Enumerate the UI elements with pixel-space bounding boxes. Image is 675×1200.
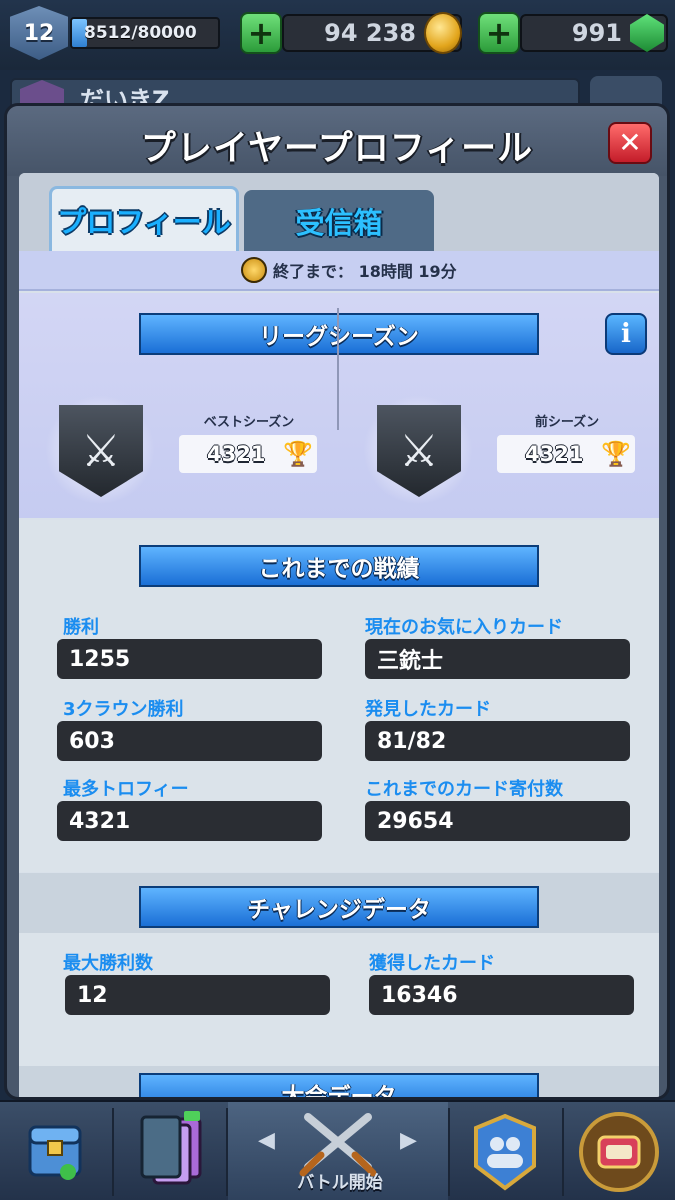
challenge-ribbon: チャレンジデータ: [139, 886, 539, 928]
stat-label-cards-found: 発見したカード: [365, 699, 491, 720]
close-button[interactable]: ✕: [608, 122, 652, 164]
stat-value-cards-won: 16346: [369, 975, 634, 1015]
stat-label-wins: 勝利: [63, 617, 99, 638]
nav-tournaments[interactable]: [564, 1102, 674, 1200]
stat-value: 1255: [69, 646, 131, 672]
stat-label-highest-trophies: 最多トロフィー: [63, 779, 189, 800]
stats-ribbon: これまでの戦績: [139, 545, 539, 587]
stats-title: これまでの戦績: [258, 556, 420, 582]
trophy-icon: 🏆: [601, 440, 631, 468]
stat-value-total-donations: 29654: [365, 801, 630, 841]
gold-coin-icon: [424, 12, 462, 54]
stat-value: 4321: [69, 808, 131, 834]
cards-icon: [140, 1111, 202, 1185]
nav-social[interactable]: [450, 1102, 560, 1200]
add-gems-button[interactable]: +: [478, 12, 520, 54]
timer-text: 終了まで： 18時間 19分: [273, 262, 457, 281]
stat-value: 三銃士: [377, 649, 444, 674]
previous-season-label: 前シーズン: [534, 415, 600, 430]
stat-value-max-wins: 12: [65, 975, 330, 1015]
tab-profile[interactable]: プロフィール: [49, 186, 239, 251]
stat-value: 12: [77, 982, 108, 1008]
stat-value-highest-trophies: 4321: [57, 801, 322, 841]
tab-inbox[interactable]: 受信箱: [244, 190, 434, 251]
best-season-label: ベストシーズン: [203, 415, 295, 430]
stat-value: 603: [69, 728, 115, 754]
stat-label-three-crown-wins: 3クラウン勝利: [63, 699, 184, 720]
shop-icon: [28, 1125, 82, 1180]
modal-title: プレイヤープロフィール: [140, 129, 534, 169]
plus-icon: +: [485, 14, 513, 52]
stat-value: 29654: [377, 808, 454, 834]
clock-icon: [241, 257, 267, 283]
stat-value-favorite-card: 三銃士: [365, 639, 630, 679]
tournament-title: 大会データ: [281, 1084, 397, 1098]
gold-amount: 94 238: [324, 19, 416, 47]
trophy-icon: 🏆: [283, 440, 313, 468]
level-badge[interactable]: 12: [10, 6, 68, 60]
stat-label-max-wins: 最大勝利数: [63, 953, 153, 974]
season-timer: 終了まで： 18時間 19分: [19, 251, 659, 291]
plus-icon: +: [247, 14, 275, 52]
modal-content: プロフィール 受信箱 終了まで： 18時間 19分 リーグシーズン i ⚔ ベス…: [19, 173, 659, 1098]
stat-value-three-crown-wins: 603: [57, 721, 322, 761]
stat-label-favorite-card: 現在のお気に入りカード: [365, 617, 563, 638]
social-icon: [474, 1113, 536, 1191]
xp-bar[interactable]: 8512/80000: [70, 17, 220, 49]
xp-text: 8512/80000: [84, 23, 197, 43]
battle-icon: [299, 1113, 377, 1177]
league-divider: [337, 308, 339, 430]
stat-label-cards-won: 獲得したカード: [369, 953, 495, 974]
tournaments-icon: [579, 1112, 659, 1192]
gem-amount: 991: [571, 19, 622, 47]
nav-left-arrow-icon[interactable]: ◀: [258, 1128, 275, 1153]
stat-value: 81/82: [377, 728, 447, 754]
stat-value: 16346: [381, 982, 458, 1008]
top-status-bar: 12 8512/80000 + 94 238 + 991: [0, 0, 675, 70]
level-number: 12: [23, 20, 55, 46]
nav-right-arrow-icon[interactable]: ▶: [400, 1128, 417, 1153]
previous-season-trophy-count: 4321: [525, 442, 584, 466]
tab-row: プロフィール 受信箱: [19, 173, 659, 251]
challenge-title: チャレンジデータ: [247, 897, 431, 923]
tab-inbox-label: 受信箱: [295, 205, 383, 240]
league-season-ribbon: リーグシーズン: [139, 313, 539, 355]
nav-cards[interactable]: [114, 1102, 224, 1200]
info-button[interactable]: i: [605, 313, 647, 355]
info-icon: i: [621, 319, 631, 349]
modal-header: プレイヤープロフィール ✕: [7, 106, 667, 176]
best-season-trophies: 4321 🏆: [179, 435, 317, 473]
close-x-icon: ✕: [618, 126, 642, 159]
battle-label: バトル開始: [297, 1173, 383, 1193]
add-gold-button[interactable]: +: [240, 12, 282, 54]
best-season-trophy-count: 4321: [207, 442, 266, 466]
nav-shop[interactable]: [0, 1102, 110, 1200]
stat-value-cards-found: 81/82: [365, 721, 630, 761]
stat-label-total-donations: これまでのカード寄付数: [365, 779, 563, 800]
stat-value-wins: 1255: [57, 639, 322, 679]
player-profile-modal: プレイヤープロフィール ✕ プロフィール 受信箱 終了まで： 18時間 19分 …: [4, 103, 670, 1100]
tab-profile-label: プロフィール: [57, 205, 231, 239]
tournament-ribbon: 大会データ: [139, 1073, 539, 1098]
previous-season-trophies: 4321 🏆: [497, 435, 635, 473]
